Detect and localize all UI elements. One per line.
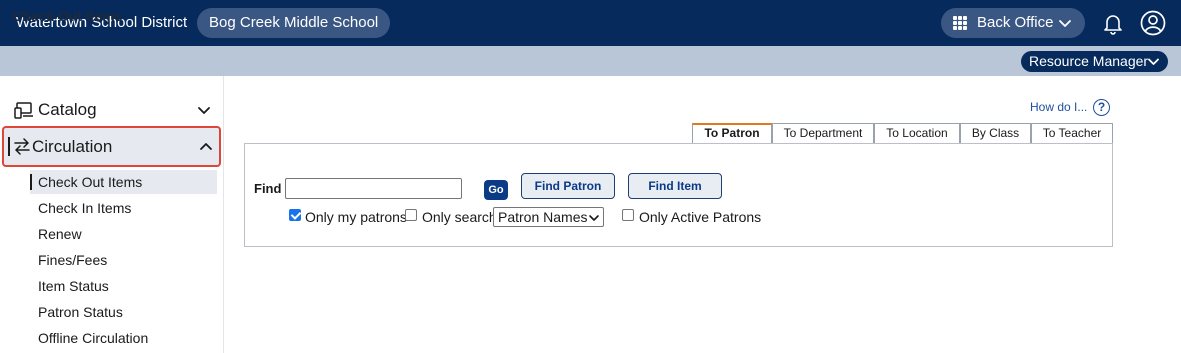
grid-icon — [953, 16, 967, 30]
chevron-down-icon — [589, 215, 599, 221]
sidebar-subitem-check-out-items[interactable]: Check Out Items — [38, 174, 142, 190]
chevron-up-icon — [200, 143, 212, 150]
page-title: Check Out Items — [12, 8, 123, 24]
school-selector[interactable]: Bog Creek Middle School — [197, 8, 391, 38]
tab-to-teacher[interactable]: To Teacher — [1031, 123, 1113, 143]
find-label: Find — [254, 181, 282, 196]
sidebar-subitem-item-status[interactable]: Item Status — [38, 278, 109, 294]
sidebar-item-catalog[interactable]: Catalog — [12, 99, 217, 121]
only-my-patrons-checkbox[interactable] — [289, 209, 301, 221]
chevron-down-icon — [198, 107, 210, 114]
user-icon[interactable] — [1140, 10, 1166, 36]
tab-to-department[interactable]: To Department — [772, 123, 874, 143]
tab-to-patron[interactable]: To Patron — [692, 123, 772, 143]
tab-by-class[interactable]: By Class — [960, 123, 1031, 143]
chevron-down-icon — [1148, 58, 1159, 65]
back-office-label: Back Office — [977, 14, 1054, 31]
sidebar-subitem-offline-circulation[interactable]: Offline Circulation — [38, 330, 148, 346]
go-button[interactable]: Go — [484, 180, 508, 200]
sidebar-item-circulation[interactable]: Circulation — [2, 126, 221, 167]
search-type-select[interactable]: Patron Names — [493, 207, 604, 227]
sidebar-item-label: Catalog — [38, 100, 97, 119]
sidebar-item-label: Circulation — [32, 137, 113, 156]
active-indicator — [30, 174, 32, 190]
only-search-label: Only search — [422, 209, 497, 225]
sidebar-subitem-check-in-items[interactable]: Check In Items — [38, 200, 131, 216]
find-patron-button[interactable]: Find Patron — [521, 173, 615, 199]
find-item-button[interactable]: Find Item — [628, 173, 722, 199]
resource-manager-button[interactable]: Resource Manager — [1021, 51, 1168, 72]
help-icon[interactable]: ? — [1093, 99, 1110, 116]
sidebar-subitem-renew[interactable]: Renew — [38, 226, 82, 242]
only-active-patrons-checkbox[interactable] — [622, 209, 634, 221]
sub-header — [0, 46, 1181, 76]
sidebar-subitem-patron-status[interactable]: Patron Status — [38, 304, 123, 320]
only-my-patrons-label: Only my patrons — [305, 209, 407, 225]
swap-arrows-icon — [14, 138, 30, 155]
help-link[interactable]: How do I... — [1030, 100, 1087, 114]
chevron-down-icon — [1059, 20, 1071, 27]
only-active-patrons-label: Only Active Patrons — [639, 209, 762, 225]
active-indicator — [8, 137, 10, 156]
find-input[interactable] — [285, 178, 462, 199]
sidebar-subitem-fines-fees[interactable]: Fines/Fees — [38, 252, 107, 268]
tab-to-location[interactable]: To Location — [874, 123, 960, 143]
back-office-menu[interactable]: Back Office — [941, 8, 1085, 38]
resource-manager-label: Resource Manager — [1029, 53, 1149, 69]
only-search-checkbox[interactable] — [405, 209, 417, 221]
bell-icon[interactable] — [1101, 11, 1125, 35]
search-type-value: Patron Names — [498, 209, 588, 225]
devices-icon — [14, 102, 33, 119]
